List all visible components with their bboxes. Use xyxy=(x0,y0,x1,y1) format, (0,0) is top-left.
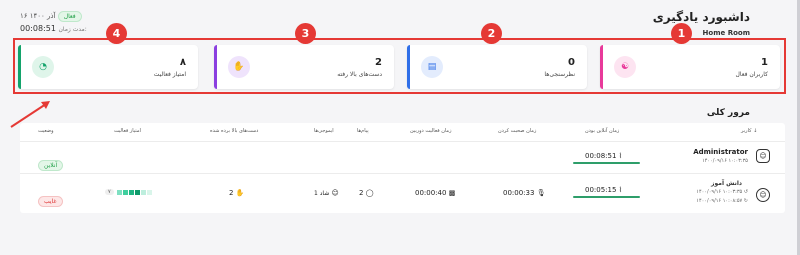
status-badge: فعال xyxy=(57,11,82,22)
column-header-status: وضعیت xyxy=(38,128,54,134)
status-badge-online: آنلاین xyxy=(38,160,64,171)
header-divider xyxy=(20,141,785,142)
online-progress-bar xyxy=(573,162,640,164)
card-accent-bar xyxy=(600,45,603,89)
activity-square xyxy=(140,189,146,195)
activity-square xyxy=(134,189,140,195)
status-cell: آنلاین xyxy=(38,152,64,171)
camera-time-value: 00:00:40 xyxy=(415,189,447,197)
broadcast-icon: ⌇ xyxy=(618,186,623,194)
logout-icon: ↻ xyxy=(743,198,748,204)
card-accent-bar xyxy=(214,45,217,89)
online-time: 00:08:51 ⌇ xyxy=(585,152,622,160)
hands-value: 2 xyxy=(229,189,234,197)
camera-time: 00:00:40 ▩ xyxy=(415,189,455,197)
messages-value: 2 xyxy=(359,189,364,197)
activity-square xyxy=(116,189,122,195)
card-label: دست‌های بالا رفته xyxy=(337,71,382,78)
online-time-value: 00:05:15 xyxy=(585,186,617,194)
activity-square xyxy=(122,189,128,195)
clipboard-icon: ▤ xyxy=(421,56,443,78)
user-join-time: ۱۴۰۰/۰۹/۱۶ ۱۰:۰۳:۳۵ xyxy=(702,158,748,164)
broadcast-icon: ⌇ xyxy=(618,152,623,160)
session-date-row: ۱۶ آذر ۱۴۰۰ فعال xyxy=(20,11,82,22)
card-raised-hands[interactable]: ✋ 2 دست‌های بالا رفته xyxy=(214,45,394,89)
card-label: نظرسنجی‌ها xyxy=(544,71,575,78)
column-header-messages: پیام‌ها xyxy=(357,128,369,134)
card-value: 0 xyxy=(568,57,575,68)
emojis-value: 1 شاد xyxy=(314,190,330,197)
annotation-badge: 3 xyxy=(295,23,316,44)
activity-square xyxy=(146,189,152,195)
column-header-label: کاربر xyxy=(741,128,752,134)
annotation-badge: 4 xyxy=(106,23,127,44)
table-row-2-user: ☺ xyxy=(756,188,770,202)
emojis-count: 1 شاد ☺ xyxy=(314,189,339,197)
smile-icon: ☺ xyxy=(331,189,339,197)
table-row-1-user: ☺ xyxy=(756,149,770,163)
card-polls[interactable]: ▤ 0 نظرسنجی‌ها xyxy=(407,45,587,89)
overview-title: مرور کلی xyxy=(706,108,750,118)
overview-table xyxy=(20,123,785,213)
join-time-value: ۱۴۰۰/۰۹/۱۶ ۱۰:۰۳:۳۵ xyxy=(696,189,743,195)
users-icon: ☯ xyxy=(614,56,636,78)
column-header-camera-time: زمان فعالیت دوربین xyxy=(410,128,452,134)
card-accent-bar xyxy=(18,45,21,89)
hand-icon: ✋ xyxy=(235,189,245,197)
room-name: Home Room xyxy=(702,29,750,37)
column-header-emojis: ایموجی‌ها xyxy=(314,128,334,134)
annotation-badge: 1 xyxy=(671,23,692,44)
online-time: 00:05:15 ⌇ xyxy=(585,186,622,194)
card-active-users[interactable]: ☯ 1 کاربران فعال xyxy=(600,45,780,89)
card-label: کاربران فعال xyxy=(735,71,769,78)
chat-icon: ◯ xyxy=(365,189,374,197)
column-header-user[interactable]: کاربر ↓ xyxy=(741,128,757,134)
login-icon: ↺ xyxy=(743,189,748,195)
messages-count: 2 ◯ xyxy=(359,189,374,197)
sort-arrow-icon: ↓ xyxy=(753,128,758,134)
duration-label: مدت زمان: xyxy=(58,26,87,33)
duration-value: 00:08:51 xyxy=(20,24,56,33)
activity-count: ۷ xyxy=(105,189,114,195)
user-avatar-icon: ☺ xyxy=(756,188,770,202)
column-header-activity-score: امتیاز فعالیت xyxy=(114,128,141,134)
column-header-online-time: زمان آنلاین بودن xyxy=(585,128,620,134)
camera-icon: ▩ xyxy=(448,189,456,197)
page-title: داشبورد یادگیری xyxy=(652,10,750,24)
user-join-time: ۱۴۰۰/۰۹/۱۶ ۱۰:۰۳:۳۵ ↺ xyxy=(696,189,748,195)
card-value: ۸ xyxy=(179,57,186,68)
card-accent-bar xyxy=(407,45,410,89)
status-badge-offline: غایب xyxy=(38,196,63,207)
user-leave-time: ۱۴۰۰/۰۹/۱۶ ۱۰:۰۸:۵۷ ↻ xyxy=(696,198,748,204)
user-avatar-icon: ☺ xyxy=(756,149,770,163)
column-header-raised-hands: دست‌های بالا برده شده xyxy=(210,128,259,134)
card-value: 2 xyxy=(375,57,382,68)
column-header-talk-time: زمان صحبت کردن xyxy=(498,128,537,134)
hand-icon: ✋ xyxy=(228,56,250,78)
user-name: دانش آموز xyxy=(711,180,742,187)
session-duration: 00:08:51 مدت زمان: xyxy=(20,24,87,33)
online-time-value: 00:08:51 xyxy=(585,152,617,160)
leave-time-value: ۱۴۰۰/۰۹/۱۶ ۱۰:۰۸:۵۷ xyxy=(696,198,743,204)
hands-count: 2 ✋ xyxy=(229,189,244,197)
row-divider xyxy=(20,173,785,174)
annotation-badge: 2 xyxy=(481,23,502,44)
session-date: ۱۶ آذر ۱۴۰۰ xyxy=(20,12,56,20)
card-label: امتیاز فعالیت xyxy=(153,71,186,78)
online-progress-bar xyxy=(573,196,640,198)
microphone-icon: 🎙 xyxy=(536,189,546,197)
talk-time-value: 00:00:33 xyxy=(503,189,535,197)
user-name: Administrator xyxy=(693,148,748,156)
talk-time: 00:00:33 🎙 xyxy=(503,189,546,197)
activity-score-bars: ۷ xyxy=(105,189,153,195)
card-activity-score[interactable]: ◔ ۸ امتیاز فعالیت xyxy=(18,45,198,89)
activity-square xyxy=(128,189,134,195)
pie-chart-icon: ◔ xyxy=(32,56,54,78)
status-cell: غایب xyxy=(38,188,63,207)
card-value: 1 xyxy=(761,57,768,68)
